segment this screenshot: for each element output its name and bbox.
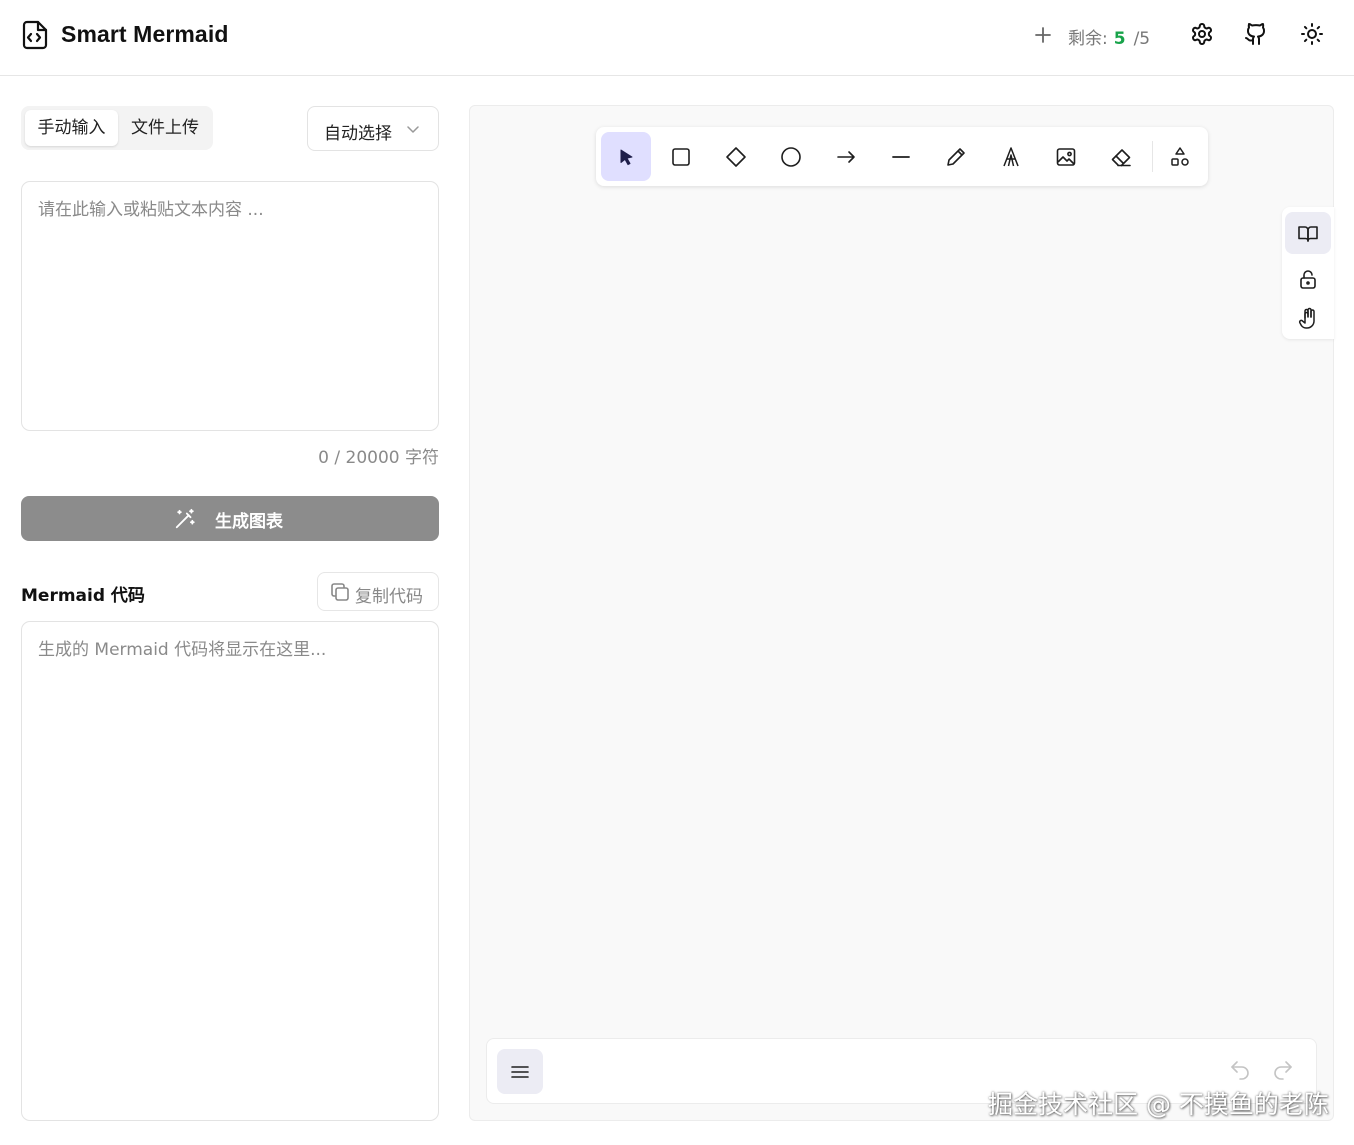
- remaining-quota: 剩余: 5/5: [1068, 24, 1150, 49]
- drawing-canvas[interactable]: [469, 105, 1334, 1121]
- text-input[interactable]: 请在此输入或粘贴文本内容 ...: [21, 181, 439, 431]
- remaining-count: 5: [1113, 29, 1126, 49]
- remaining-label: 剩余:: [1068, 29, 1108, 49]
- redo-icon[interactable]: [1271, 1058, 1295, 1082]
- code-output-placeholder: 生成的 Mermaid 代码将显示在这里...: [38, 640, 327, 660]
- code-section-title: Mermaid 代码: [21, 586, 145, 606]
- pencil-icon: [947, 147, 965, 166]
- cursor-arrow-icon: [620, 149, 633, 165]
- tool-line[interactable]: [876, 132, 926, 181]
- diagram-type-select[interactable]: 自动选择: [307, 106, 439, 151]
- remaining-total: /5: [1133, 29, 1151, 49]
- hand-tool[interactable]: [1285, 297, 1331, 339]
- toolbar-divider: [1152, 141, 1153, 172]
- library-button[interactable]: [1285, 212, 1331, 254]
- tool-diamond[interactable]: [711, 132, 761, 181]
- shape-toolbar: [596, 127, 1208, 186]
- tool-draw[interactable]: [931, 132, 981, 181]
- github-icon[interactable]: [1244, 22, 1268, 46]
- tab-file-upload[interactable]: 文件上传: [121, 110, 209, 146]
- diagram-type-value: 自动选择: [324, 124, 392, 144]
- canvas-side-tools: [1282, 207, 1334, 339]
- text-input-placeholder: 请在此输入或粘贴文本内容 ...: [38, 200, 264, 220]
- tool-image[interactable]: [1041, 132, 1091, 181]
- file-code-icon: [22, 20, 48, 50]
- magic-wand-icon: [175, 508, 195, 529]
- copy-icon: [331, 583, 349, 601]
- app-header: Smart Mermaid 剩余: 5/5: [0, 0, 1354, 76]
- sun-icon[interactable]: [1300, 22, 1324, 46]
- arrow-right-icon: [837, 150, 855, 163]
- main-menu-button[interactable]: [497, 1049, 543, 1094]
- unlock-icon: [1300, 270, 1316, 289]
- undo-icon[interactable]: [1228, 1058, 1252, 1082]
- shapes-icon: [1171, 146, 1189, 166]
- watermark: 掘金技术社区 @ 不摸鱼的老陈: [988, 1090, 1329, 1119]
- tab-manual-input[interactable]: 手动输入: [25, 110, 118, 146]
- gear-icon[interactable]: [1190, 22, 1214, 46]
- copy-code-label: 复制代码: [355, 587, 423, 607]
- hand-icon: [1298, 307, 1315, 329]
- rectangle-icon: [672, 147, 690, 166]
- tool-arrow[interactable]: [821, 132, 871, 181]
- image-icon: [1056, 147, 1076, 166]
- text-a-icon: [1003, 146, 1019, 166]
- tool-select[interactable]: [601, 132, 651, 181]
- eraser-icon: [1111, 148, 1131, 166]
- char-counter: 0 / 20000 字符: [318, 448, 439, 468]
- tool-ellipse[interactable]: [766, 132, 816, 181]
- tool-text[interactable]: [986, 132, 1036, 181]
- copy-code-button[interactable]: 复制代码: [317, 572, 439, 611]
- hamburger-menu-icon: [511, 1065, 529, 1078]
- tool-eraser[interactable]: [1096, 132, 1146, 181]
- tool-more-shapes[interactable]: [1155, 132, 1205, 181]
- mermaid-code-output[interactable]: 生成的 Mermaid 代码将显示在这里...: [21, 621, 439, 1121]
- lock-toggle[interactable]: [1285, 258, 1331, 300]
- tool-rectangle[interactable]: [656, 132, 706, 181]
- book-open-icon: [1298, 226, 1318, 242]
- generate-chart-label: 生成图表: [215, 512, 283, 532]
- input-mode-tabs: 手动输入 文件上传: [21, 106, 213, 150]
- generate-chart-button[interactable]: 生成图表: [21, 496, 439, 541]
- app-title: Smart Mermaid: [61, 21, 229, 47]
- line-icon: [892, 155, 910, 158]
- chevron-down-icon: [407, 126, 419, 133]
- plus-icon[interactable]: [1031, 23, 1055, 47]
- circle-icon: [781, 146, 801, 167]
- diamond-icon: [726, 146, 746, 167]
